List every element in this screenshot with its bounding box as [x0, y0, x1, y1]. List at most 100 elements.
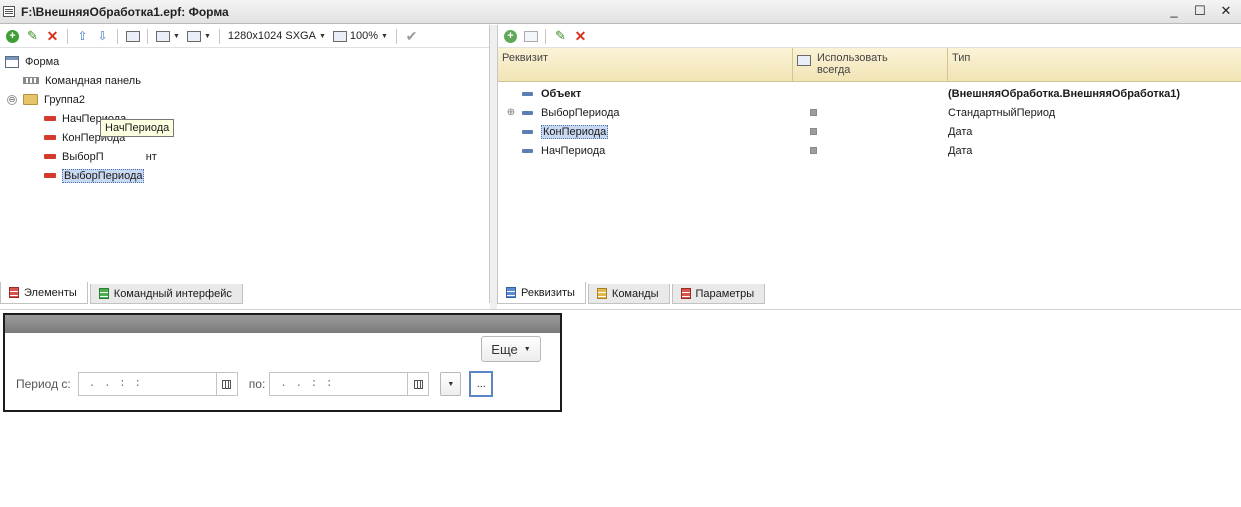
screen-mode-dropdown[interactable]: ▼ — [154, 30, 182, 42]
element-tree: Форма Командная панель ⊖ Группа2 НачПери… — [0, 48, 489, 185]
tab-commands[interactable]: Команды — [587, 284, 670, 304]
tree-item-end-period[interactable]: КонПериода — [0, 128, 489, 147]
tree-item-label: ВыборПериода — [62, 168, 145, 183]
tab-parameters[interactable]: Параметры — [671, 284, 766, 304]
tree-item-form[interactable]: Форма — [0, 52, 489, 71]
tree-item-command-panel[interactable]: Командная панель — [0, 71, 489, 90]
use-always-checkbox[interactable] — [809, 147, 817, 154]
header-line: Использовать — [817, 52, 888, 64]
pencil-icon: ✎ — [555, 28, 566, 43]
select-period-button[interactable]: ... — [469, 371, 494, 397]
add-column-button[interactable] — [522, 28, 539, 45]
collapse-icon[interactable]: ⊖ — [7, 94, 17, 105]
checkmark-icon: ✔ — [405, 27, 418, 44]
attribute-name: НачПериода — [541, 144, 606, 157]
table-row[interactable]: НачПериода Дата — [498, 141, 1241, 160]
close-button[interactable]: ✕ — [1219, 4, 1233, 18]
attribute-name: ВыборПериода — [541, 106, 620, 119]
zoom-dropdown[interactable]: 100% ▼ — [331, 30, 390, 42]
arrow-down-icon: ⇩ — [97, 29, 108, 43]
layout-icon — [186, 30, 201, 42]
tab-label: Параметры — [695, 287, 755, 300]
add-attribute-icon: + — [504, 29, 517, 43]
tab-attributes[interactable]: Реквизиты — [497, 282, 586, 304]
add-attribute-button[interactable]: + — [502, 28, 519, 45]
window-titlebar: F:\ВнешняяОбработка1.epf: Форма _ ☐ ✕ — [0, 0, 1241, 24]
tree-item-start-period[interactable]: НачПериода — [0, 109, 489, 128]
pencil-icon: ✎ — [27, 28, 38, 43]
use-always-checkbox[interactable] — [809, 128, 817, 135]
commands-tab-icon — [596, 288, 607, 299]
tree-item-label-visible-start: ВыборП — [62, 150, 104, 163]
resolution-dropdown[interactable]: 1280x1024 SXGA ▼ — [226, 30, 328, 42]
use-always-checkbox[interactable] — [809, 109, 817, 116]
attribute-icon — [522, 129, 533, 134]
tooltip: НачПериода — [100, 119, 175, 137]
window-title: F:\ВнешняяОбработка1.epf: Форма — [21, 4, 229, 19]
expand-icon[interactable]: ⊕ — [506, 107, 516, 118]
zoom-label: 100% — [349, 30, 379, 42]
toolbar-separator — [395, 28, 397, 44]
field-icon — [44, 135, 56, 140]
move-down-button[interactable]: ⇩ — [94, 28, 111, 45]
use-always-icon — [797, 55, 811, 66]
minimize-button[interactable]: _ — [1167, 4, 1181, 18]
tree-item-period-choice[interactable]: ВыборПериода — [0, 166, 489, 185]
tree-item-period-choice-element[interactable]: ВыборП нт — [0, 147, 489, 166]
more-button-label: Еще — [491, 341, 518, 357]
period-end-field[interactable]: . . : : — [269, 372, 430, 396]
monitor-icon — [156, 30, 170, 42]
add-icon: + — [6, 29, 19, 43]
tree-item-group2[interactable]: ⊖ Группа2 — [0, 90, 489, 109]
chevron-down-icon: ▼ — [523, 345, 531, 353]
column-header-attribute[interactable]: Реквизит — [498, 48, 793, 81]
add-button[interactable]: + — [4, 28, 21, 45]
calendar-button[interactable] — [407, 373, 428, 395]
period-from-label: Период с: — [16, 377, 71, 391]
tab-command-interface[interactable]: Командный интерфейс — [89, 284, 243, 304]
column-header-use-always[interactable]: Использовать всегда — [793, 48, 948, 81]
toolbar-separator — [147, 28, 148, 44]
toolbar-separator — [545, 28, 546, 44]
document-icon — [3, 6, 15, 17]
chevron-down-icon: ▼ — [381, 32, 388, 40]
chevron-down-icon: ▼ — [447, 380, 455, 388]
delete-attribute-button[interactable]: ✕ — [572, 28, 589, 45]
tab-label: Элементы — [24, 286, 77, 299]
folder-icon — [23, 94, 38, 105]
attributes-pane: + ✎ ✕ Реквизит Использовать всегда Тип Об… — [497, 25, 1241, 303]
date-mask: . . : : — [88, 378, 142, 390]
edit-button[interactable]: ✎ — [24, 28, 41, 45]
delete-icon: ✕ — [574, 27, 587, 44]
right-tabs: Реквизиты Команды Параметры — [497, 282, 767, 304]
period-dropdown-button[interactable]: ▼ — [440, 372, 462, 396]
column-header-type[interactable]: Тип — [948, 48, 1241, 81]
resolution-label: 1280x1024 SXGA — [227, 30, 316, 42]
form-preview: Еще ▼ Период с: . . : : по: . . : : ▼ ..… — [3, 313, 562, 412]
period-start-field[interactable]: . . : : — [77, 372, 238, 396]
left-tabs: Элементы Командный интерфейс — [0, 282, 245, 304]
period-to-label: по: — [248, 377, 266, 391]
attribute-icon — [522, 110, 533, 115]
check-button[interactable]: ✔ — [403, 28, 420, 45]
table-row[interactable]: Объект (ВнешняяОбработка.ВнешняяОбработк… — [498, 84, 1241, 103]
edit-attribute-button[interactable]: ✎ — [552, 28, 569, 45]
preview-icon — [125, 30, 140, 42]
layout-dropdown[interactable]: ▼ — [185, 30, 213, 42]
pane-splitter[interactable] — [490, 25, 497, 309]
elements-toolbar: + ✎ ✕ ⇧ ⇩ ▼ ▼ 1280x1024 SXGA ▼ 100% ▼ ✔ — [0, 25, 489, 48]
form-icon — [5, 55, 19, 68]
calendar-button[interactable] — [215, 373, 237, 395]
elements-pane: + ✎ ✕ ⇧ ⇩ ▼ ▼ 1280x1024 SXGA ▼ 100% ▼ ✔ Фо… — [0, 25, 490, 303]
move-up-button[interactable]: ⇧ — [74, 28, 91, 45]
table-row[interactable]: КонПериода Дата — [498, 122, 1241, 141]
preview-button[interactable] — [124, 28, 141, 45]
use-always-cell — [793, 109, 948, 116]
delete-button[interactable]: ✕ — [44, 28, 61, 45]
tab-elements[interactable]: Элементы — [0, 282, 88, 304]
table-row[interactable]: ⊕ ВыборПериода СтандартныйПериод — [498, 103, 1241, 122]
window-controls: _ ☐ ✕ — [1167, 4, 1233, 18]
attribute-name: КонПериода — [541, 124, 609, 139]
more-button[interactable]: Еще ▼ — [481, 336, 541, 362]
maximize-button[interactable]: ☐ — [1193, 4, 1207, 18]
